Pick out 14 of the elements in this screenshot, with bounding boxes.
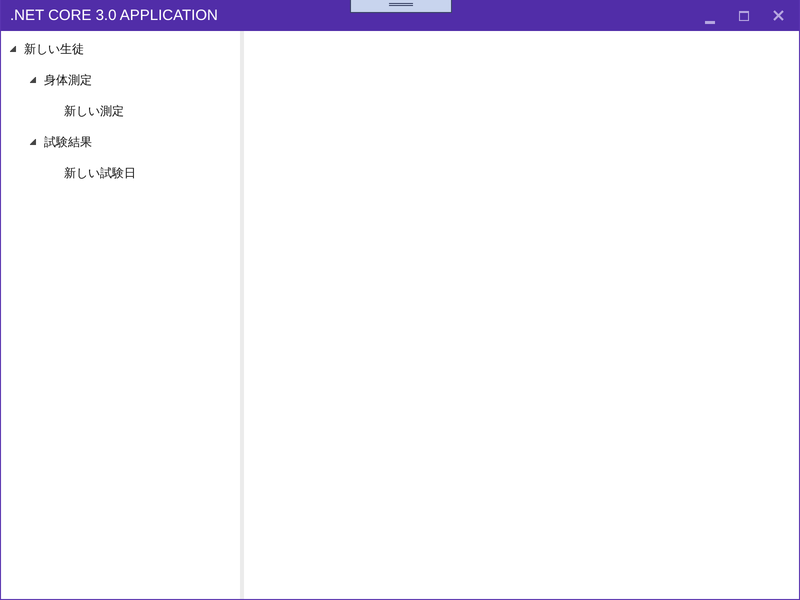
collapse-arrow-icon[interactable] <box>30 138 36 144</box>
tree-item[interactable]: 身体測定 <box>44 70 92 88</box>
minimize-icon <box>705 21 715 24</box>
window-title: .NET CORE 3.0 APPLICATION <box>9 6 218 26</box>
maximize-icon <box>739 10 749 20</box>
grip-icon <box>389 3 413 6</box>
collapse-arrow-icon[interactable] <box>10 46 16 52</box>
close-icon <box>772 10 784 21</box>
tree-item[interactable]: 新しい試験日 <box>64 164 136 182</box>
tree-item[interactable]: 試験結果 <box>44 132 92 150</box>
collapse-arrow-icon[interactable] <box>30 76 36 82</box>
tree-item[interactable]: 新しい測定 <box>64 102 124 120</box>
tree-item[interactable]: 新しい生徒 <box>24 40 84 58</box>
drag-handle[interactable] <box>350 0 452 13</box>
